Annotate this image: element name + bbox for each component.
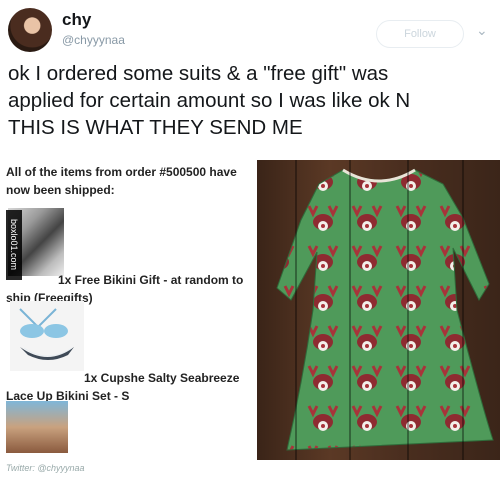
author-handle[interactable]: @chyyynaa xyxy=(62,33,125,47)
tweet-text: ok I ordered some suits & a "free gift" … xyxy=(8,60,494,141)
order-item-2: 1x Cupshe Salty Seabreeze xyxy=(84,371,240,385)
watermark: boxlo01.com xyxy=(6,210,22,280)
chevron-down-icon[interactable]: ⌄ xyxy=(476,22,488,39)
email-screenshot: All of the items from order #500500 have… xyxy=(6,163,256,475)
order-item-1: 1x Free Bikini Gift - at random to xyxy=(58,273,244,287)
email-header: All of the items from order #500500 have… xyxy=(6,163,237,199)
avatar[interactable] xyxy=(8,8,52,52)
tweet-line: ok I ordered some suits & a "free gift" … xyxy=(8,62,389,85)
tweet-line: applied for certain amount so I was like… xyxy=(8,89,411,112)
email-header-line: All of the items from order #500500 have xyxy=(6,165,237,179)
bikini-set-image xyxy=(10,301,84,371)
follow-button[interactable]: Follow xyxy=(376,20,464,48)
email-header-line: now been shipped: xyxy=(6,183,115,197)
beach-photo xyxy=(6,401,68,453)
twitter-credit: Twitter: @chyyynaa xyxy=(6,463,85,473)
dress-photo xyxy=(257,160,500,460)
tweet-line: THIS IS WHAT THEY SEND ME xyxy=(8,116,303,139)
author-name[interactable]: chy xyxy=(62,10,91,30)
